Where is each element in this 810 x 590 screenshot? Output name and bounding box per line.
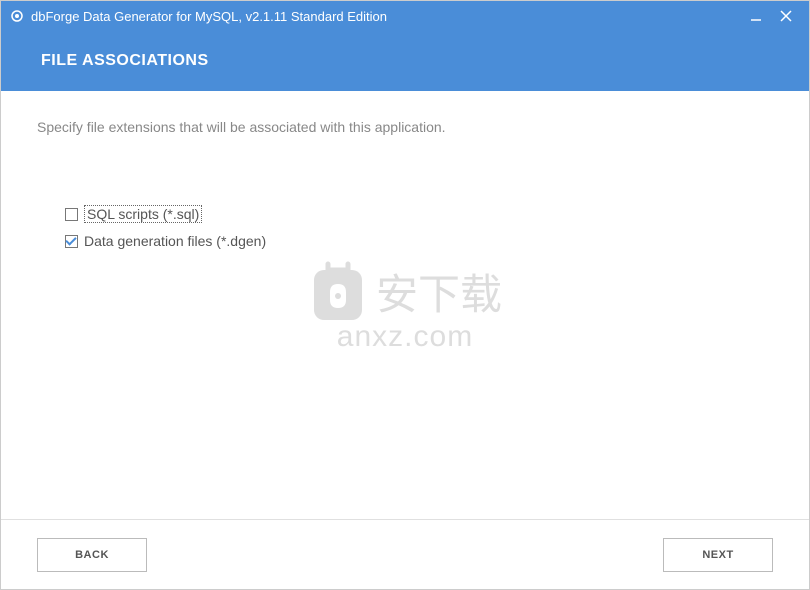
close-button[interactable] xyxy=(771,1,801,31)
app-icon xyxy=(9,8,25,24)
options-group: SQL scripts (*.sql) Data generation file… xyxy=(65,205,773,249)
footer: BACK NEXT xyxy=(1,519,809,589)
titlebar: dbForge Data Generator for MySQL, v2.1.1… xyxy=(1,1,809,31)
watermark-sub: anxz.com xyxy=(308,320,502,354)
next-button[interactable]: NEXT xyxy=(663,538,773,572)
instruction-text: Specify file extensions that will be ass… xyxy=(37,119,773,135)
watermark: 安下载 anxz.com xyxy=(308,256,502,354)
checkbox-sql-scripts[interactable] xyxy=(65,208,78,221)
back-button[interactable]: BACK xyxy=(37,538,147,572)
checkbox-data-generation[interactable] xyxy=(65,235,78,248)
option-sql-scripts[interactable]: SQL scripts (*.sql) xyxy=(65,205,773,223)
content-area: Specify file extensions that will be ass… xyxy=(1,91,809,519)
window-title: dbForge Data Generator for MySQL, v2.1.1… xyxy=(31,9,741,24)
option-data-generation[interactable]: Data generation files (*.dgen) xyxy=(65,233,773,249)
watermark-main: 安下载 xyxy=(376,261,502,322)
page-title: FILE ASSOCIATIONS xyxy=(41,52,209,70)
minimize-button[interactable] xyxy=(741,1,771,31)
option-label: Data generation files (*.dgen) xyxy=(84,233,266,249)
page-header: FILE ASSOCIATIONS xyxy=(1,31,809,91)
option-label: SQL scripts (*.sql) xyxy=(84,205,202,223)
